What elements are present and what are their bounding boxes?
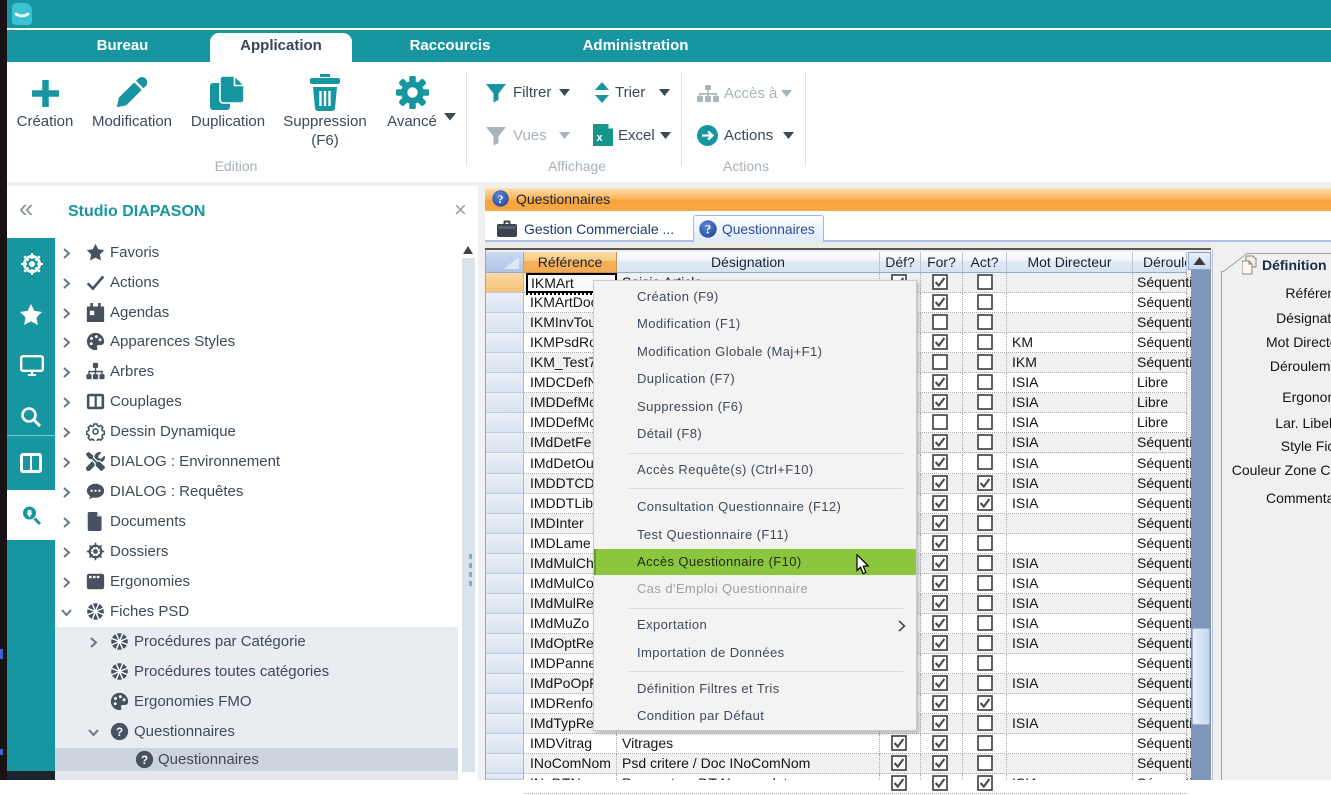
svg-text:?: ?: [116, 726, 123, 739]
svg-text:?: ?: [141, 754, 148, 767]
svg-text:?: ?: [498, 192, 504, 206]
svg-text:?: ?: [705, 223, 711, 237]
svg-text:x: x: [596, 132, 603, 144]
